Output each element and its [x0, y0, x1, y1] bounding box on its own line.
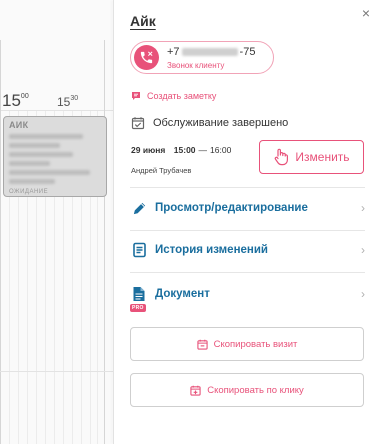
redacted-text	[9, 161, 51, 166]
event-title: АИК	[9, 120, 29, 130]
visit-datetime: 29 июня 15:00—16:00	[131, 145, 232, 155]
calendar-day-view: 1500 1530 АИК ОЖИДАНИЕ	[0, 0, 113, 444]
divider	[130, 272, 365, 273]
row-line	[0, 371, 113, 372]
hand-pointer-icon	[275, 148, 289, 166]
document-menu-item[interactable]: Документ ›	[130, 282, 365, 306]
hour-grid-line	[104, 40, 105, 444]
chevron-right-icon: ›	[361, 287, 365, 301]
pro-badge: PRO	[130, 304, 146, 312]
create-note-link[interactable]: Создать заметку	[131, 91, 216, 101]
redacted-phone	[181, 48, 238, 57]
chevron-right-icon: ›	[361, 243, 365, 257]
calendar-check-icon	[131, 117, 145, 130]
redacted-text	[9, 170, 90, 175]
phone-call-icon	[134, 45, 159, 70]
call-client-button[interactable]: +7 -75 Звонок клиенту	[130, 41, 274, 74]
redacted-text	[9, 179, 55, 184]
divider	[130, 187, 365, 188]
note-icon	[132, 92, 140, 100]
hour-grid-line	[0, 40, 1, 444]
copy-by-click-button[interactable]: Скопировать по клику	[130, 373, 364, 407]
call-client-label: Звонок клиенту	[167, 61, 225, 70]
calendar-plus-icon	[190, 385, 201, 396]
redacted-text	[9, 143, 60, 148]
view-edit-menu-item[interactable]: Просмотр/редактирование ›	[130, 196, 365, 220]
visit-details-panel: × Айк +7 -75 Звонок клиенту Создать замет…	[114, 0, 381, 444]
client-name-link[interactable]: Айк	[130, 13, 156, 29]
copy-visit-button[interactable]: Скопировать визит	[130, 327, 364, 361]
change-history-menu-item[interactable]: История изменений ›	[130, 238, 365, 262]
master-name: Андрей Трубачев	[131, 166, 192, 175]
time-label-1500: 1500	[2, 91, 29, 110]
document-icon	[130, 285, 148, 303]
redacted-text	[9, 152, 74, 157]
history-icon	[130, 241, 148, 259]
event-status: ОЖИДАНИЕ	[9, 189, 49, 195]
redacted-text	[9, 134, 83, 139]
pencil-icon	[130, 199, 148, 217]
client-phone: +7 -75	[167, 46, 256, 58]
chevron-right-icon: ›	[361, 201, 365, 215]
calendar-event-card[interactable]: АИК ОЖИДАНИЕ	[3, 116, 107, 197]
divider	[130, 230, 365, 231]
calendar-copy-icon	[196, 339, 208, 350]
change-visit-button[interactable]: Изменить	[259, 140, 364, 174]
time-label-1530: 1530	[57, 95, 79, 109]
visit-status: Обслуживание завершено	[131, 116, 288, 130]
close-button[interactable]: ×	[359, 6, 373, 20]
